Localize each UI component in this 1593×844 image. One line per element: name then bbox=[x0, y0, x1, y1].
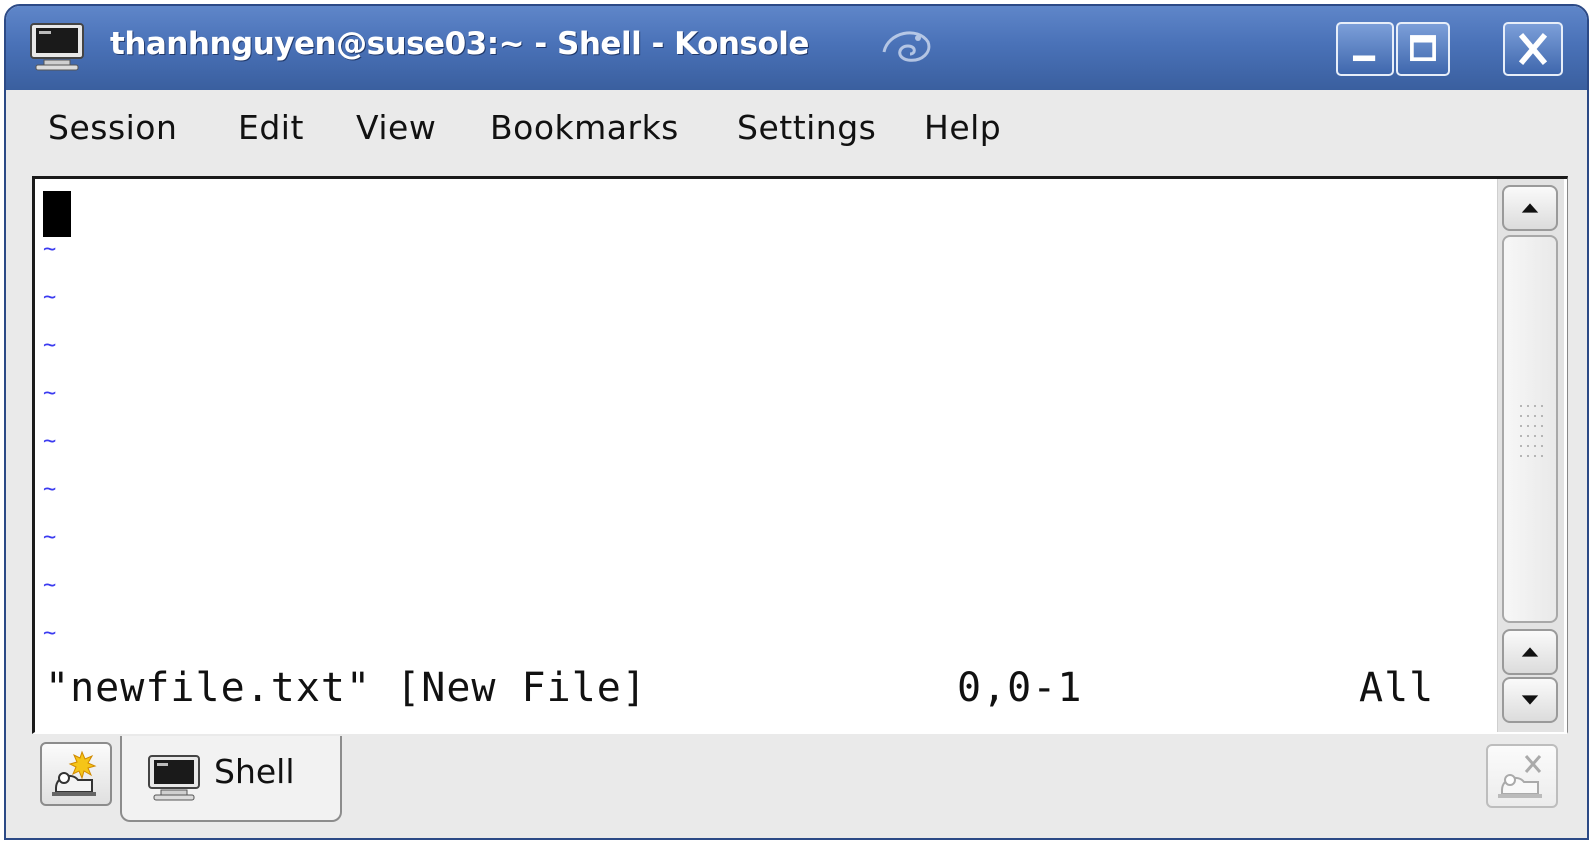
minimize-button[interactable] bbox=[1336, 22, 1394, 76]
menu-session[interactable]: Session bbox=[48, 108, 177, 147]
empty-line-marker: ~ bbox=[43, 573, 57, 598]
empty-line-marker: ~ bbox=[43, 477, 57, 502]
arrow-down-icon bbox=[1521, 695, 1539, 705]
empty-line-marker: ~ bbox=[43, 525, 57, 550]
new-session-icon bbox=[52, 750, 97, 796]
scrollbar-thumb[interactable] bbox=[1502, 235, 1558, 623]
text-cursor bbox=[43, 191, 71, 237]
tab-shell[interactable]: Shell bbox=[120, 736, 342, 822]
status-cursor-position: 0,0-1 bbox=[957, 665, 1083, 711]
terminal-icon[interactable] bbox=[28, 22, 86, 72]
title-bar[interactable]: thanhnguyen@suse03:~ - Shell - Konsole bbox=[6, 6, 1587, 91]
terminal-area[interactable]: ~ ~ ~ ~ ~ ~ ~ ~ ~ "newfile.txt" [New Fil… bbox=[35, 179, 1495, 732]
arrow-up-icon bbox=[1521, 647, 1539, 657]
menu-bookmarks[interactable]: Bookmarks bbox=[490, 108, 679, 147]
terminal-icon bbox=[148, 755, 200, 801]
empty-line-marker: ~ bbox=[43, 621, 57, 646]
grip-icon bbox=[1520, 405, 1543, 457]
minimize-icon bbox=[1352, 55, 1376, 62]
tab-label: Shell bbox=[214, 752, 295, 791]
menu-view[interactable]: View bbox=[356, 108, 436, 147]
maximize-button[interactable] bbox=[1396, 22, 1450, 76]
empty-line-marker: ~ bbox=[43, 285, 57, 310]
empty-line-marker: ~ bbox=[43, 333, 57, 358]
arrow-up-icon bbox=[1521, 203, 1539, 213]
konsole-window: thanhnguyen@suse03:~ - Shell - Konsole S… bbox=[4, 4, 1589, 840]
window-title: thanhnguyen@suse03:~ - Shell - Konsole bbox=[110, 26, 809, 62]
menu-edit[interactable]: Edit bbox=[238, 108, 304, 147]
close-button[interactable] bbox=[1503, 22, 1563, 76]
close-icon bbox=[1518, 33, 1548, 65]
close-session-icon bbox=[1498, 755, 1542, 798]
scroll-down-button[interactable] bbox=[1502, 677, 1558, 723]
status-filename: "newfile.txt" [New File] bbox=[45, 665, 647, 711]
menu-bar: Session Edit View Bookmarks Settings Hel… bbox=[6, 90, 1587, 174]
scroll-up-button-lower[interactable] bbox=[1502, 629, 1558, 675]
scroll-up-button[interactable] bbox=[1502, 185, 1558, 231]
empty-line-marker: ~ bbox=[43, 237, 57, 262]
terminal-frame: ~ ~ ~ ~ ~ ~ ~ ~ ~ "newfile.txt" [New Fil… bbox=[32, 176, 1568, 734]
menu-settings[interactable]: Settings bbox=[737, 108, 876, 147]
vertical-scrollbar[interactable] bbox=[1497, 179, 1564, 732]
status-scroll-indicator: All bbox=[1359, 665, 1435, 711]
menu-help[interactable]: Help bbox=[924, 108, 1001, 147]
tab-bar: Shell bbox=[6, 734, 1587, 838]
suse-chameleon-icon bbox=[882, 31, 931, 62]
empty-line-marker: ~ bbox=[43, 429, 57, 454]
maximize-icon bbox=[1410, 35, 1436, 62]
new-session-button[interactable] bbox=[40, 742, 112, 806]
empty-line-marker: ~ bbox=[43, 381, 57, 406]
close-session-button[interactable] bbox=[1486, 744, 1558, 808]
